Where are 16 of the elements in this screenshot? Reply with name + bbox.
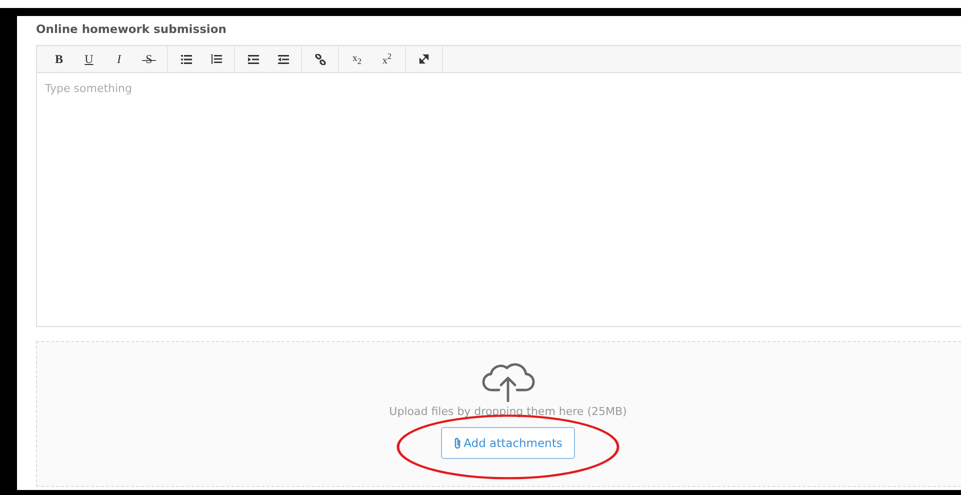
subscript-button[interactable]: x$_{2}$ (342, 48, 372, 70)
cloud-upload-icon (481, 362, 535, 402)
superscript-button[interactable]: x$^{2}$ (372, 48, 402, 70)
indent-icon (248, 54, 258, 64)
bold-button[interactable]: B (44, 48, 74, 70)
link-icon (314, 54, 326, 64)
section-title: Online homework submission (36, 22, 228, 38)
outdent-icon (278, 54, 288, 64)
expand-icon (419, 54, 429, 64)
text-input-field[interactable]: Type something (36, 73, 961, 327)
underline-button[interactable]: U (74, 48, 104, 70)
upload-hint: Upload files by dropping them here (25MB) (389, 405, 627, 418)
paperclip-icon (454, 437, 461, 449)
numbered-list-icon (210, 54, 222, 64)
italic-button[interactable]: I (104, 48, 134, 70)
bullet-list-icon (180, 54, 192, 64)
